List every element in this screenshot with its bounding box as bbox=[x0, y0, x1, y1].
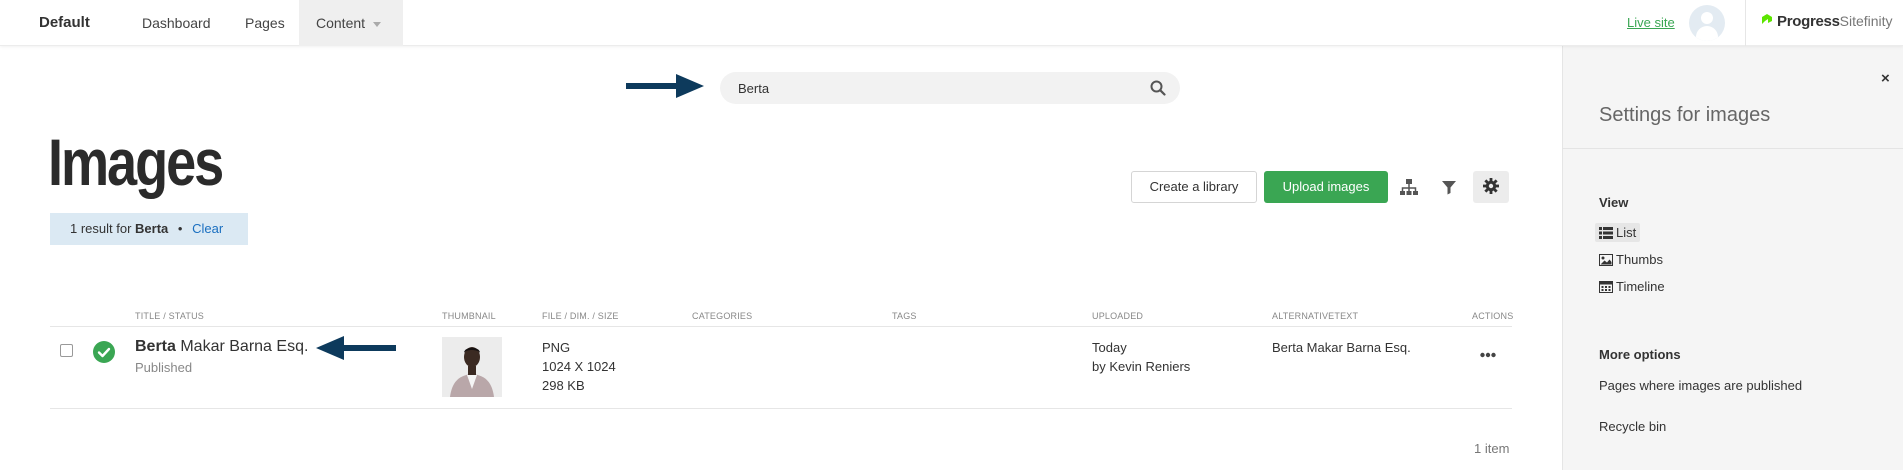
view-option-thumbs[interactable]: Thumbs bbox=[1595, 250, 1667, 269]
filter-icon[interactable] bbox=[1438, 176, 1460, 198]
file-size: 298 KB bbox=[542, 378, 585, 393]
nav-content[interactable]: Content bbox=[299, 0, 404, 46]
site-name[interactable]: Default bbox=[39, 14, 90, 31]
view-option-list[interactable]: List bbox=[1595, 223, 1641, 242]
search-bar bbox=[720, 72, 1180, 104]
more-options-label: More options bbox=[1599, 347, 1681, 362]
user-avatar-icon[interactable] bbox=[1689, 5, 1725, 41]
annotation-arrow-icon bbox=[316, 336, 396, 360]
view-label: View bbox=[1599, 195, 1629, 210]
nav-pages[interactable]: Pages bbox=[228, 0, 302, 46]
nav-content-label: Content bbox=[316, 15, 366, 31]
image-title-link[interactable]: Berta Makar Barna Esq. bbox=[135, 338, 308, 356]
item-count: 1 item bbox=[1474, 441, 1510, 456]
table-header-divider bbox=[50, 326, 1512, 327]
column-header-file: FILE / DIM. / SIZE bbox=[542, 311, 619, 321]
uploaded-when: Today bbox=[1092, 340, 1127, 355]
view-option-timeline[interactable]: Timeline bbox=[1595, 277, 1669, 296]
result-prefix: 1 result for bbox=[70, 221, 132, 236]
column-header-categories: CATEGORIES bbox=[692, 311, 753, 321]
progress-leaf-icon bbox=[1760, 12, 1774, 30]
search-icon[interactable] bbox=[1150, 80, 1166, 96]
search-result-banner: 1 result for Berta • Clear bbox=[50, 213, 248, 245]
upload-images-button[interactable]: Upload images bbox=[1264, 171, 1388, 203]
file-dimensions: 1024 X 1024 bbox=[542, 359, 616, 374]
clear-search-link[interactable]: Clear bbox=[192, 221, 223, 236]
image-icon bbox=[1599, 254, 1613, 266]
close-icon[interactable]: × bbox=[1881, 70, 1890, 87]
file-info: PNG 1024 X 1024 298 KB bbox=[542, 338, 616, 395]
title-rest: Makar Barna Esq. bbox=[175, 338, 309, 355]
pages-published-link[interactable]: Pages where images are published bbox=[1599, 378, 1802, 393]
view-option-timeline-label: Timeline bbox=[1616, 279, 1665, 294]
settings-button[interactable] bbox=[1473, 171, 1509, 203]
row-checkbox[interactable] bbox=[60, 344, 73, 357]
column-header-title: TITLE / STATUS bbox=[135, 311, 204, 321]
brand-logo: ProgressSitefinity bbox=[1760, 12, 1893, 30]
list-icon bbox=[1599, 227, 1613, 239]
hierarchy-icon[interactable] bbox=[1398, 176, 1420, 198]
image-thumbnail[interactable] bbox=[442, 337, 502, 397]
published-check-icon bbox=[93, 341, 115, 363]
panel-divider bbox=[1562, 148, 1903, 149]
more-actions-icon[interactable] bbox=[1480, 352, 1496, 358]
uploaded-info: Today by Kevin Reniers bbox=[1092, 338, 1190, 376]
uploaded-by: by Kevin Reniers bbox=[1092, 359, 1191, 374]
live-site-link[interactable]: Live site bbox=[1627, 15, 1675, 30]
column-header-tags: TAGS bbox=[892, 311, 917, 321]
column-header-uploaded: UPLOADED bbox=[1092, 311, 1144, 321]
result-term: Berta bbox=[135, 221, 169, 236]
nav-dashboard[interactable]: Dashboard bbox=[125, 0, 228, 46]
calendar-icon bbox=[1599, 281, 1613, 293]
file-type: PNG bbox=[542, 340, 571, 355]
search-input[interactable] bbox=[738, 78, 1138, 98]
column-header-alt-text: ALTERNATIVETEXT bbox=[1272, 311, 1359, 321]
title-highlight: Berta bbox=[135, 338, 176, 355]
status-text: Published bbox=[135, 360, 193, 375]
top-navigation: Default Dashboard Pages Content Live sit… bbox=[0, 0, 1903, 46]
gear-icon bbox=[1483, 178, 1499, 194]
alt-text: Berta Makar Barna Esq. bbox=[1272, 340, 1411, 355]
annotation-arrow-icon bbox=[626, 74, 704, 98]
view-option-list-label: List bbox=[1616, 225, 1637, 240]
caret-down-icon bbox=[373, 21, 382, 27]
view-option-thumbs-label: Thumbs bbox=[1616, 252, 1663, 267]
result-separator: • bbox=[177, 221, 183, 236]
brand-sitefinity-text: Sitefinity bbox=[1839, 13, 1893, 29]
table-row-divider bbox=[50, 408, 1512, 409]
panel-title: Settings for images bbox=[1599, 104, 1771, 126]
nav-divider bbox=[1745, 0, 1746, 46]
brand-progress-text: Progress bbox=[1777, 13, 1840, 30]
column-header-actions: ACTIONS bbox=[1472, 311, 1514, 321]
recycle-bin-link[interactable]: Recycle bin bbox=[1599, 419, 1666, 434]
create-library-button[interactable]: Create a library bbox=[1131, 171, 1257, 203]
column-header-thumbnail: THUMBNAIL bbox=[442, 311, 496, 321]
page-title: Images bbox=[48, 125, 224, 199]
